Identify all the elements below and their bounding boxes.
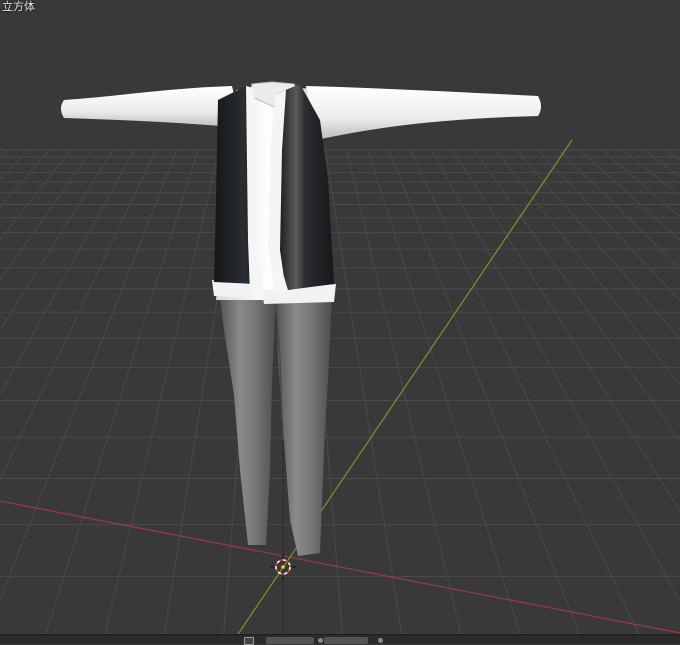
vest[interactable] bbox=[214, 84, 334, 296]
x-axis-line bbox=[0, 500, 680, 634]
grid-line-depth bbox=[537, 149, 680, 302]
active-object-label: 立方体 bbox=[2, 0, 35, 13]
viewport-canvas[interactable] bbox=[0, 0, 680, 643]
grid-line-depth bbox=[0, 149, 157, 481]
3d-viewport[interactable]: 立方体 bbox=[0, 0, 680, 643]
overlay-icon[interactable] bbox=[378, 638, 383, 643]
grid-line-depth bbox=[601, 149, 680, 218]
pants[interactable] bbox=[220, 296, 332, 556]
grid-line-depth bbox=[494, 149, 680, 386]
editor-type-icon[interactable] bbox=[244, 637, 254, 645]
grid-line-depth bbox=[452, 149, 680, 513]
floor-grid bbox=[0, 149, 680, 643]
grid-line-depth bbox=[0, 149, 72, 241]
view-icon[interactable] bbox=[318, 638, 323, 643]
grid-line-depth bbox=[0, 149, 29, 181]
grid-line-depth bbox=[431, 149, 680, 603]
grid-line-depth bbox=[0, 149, 8, 158]
grid-line-depth bbox=[473, 149, 680, 442]
grid-line-depth bbox=[0, 149, 178, 602]
grid-line-depth bbox=[0, 149, 50, 208]
grid-line-depth bbox=[622, 149, 680, 197]
grid-line-depth bbox=[0, 149, 114, 331]
grid-line-depth bbox=[664, 149, 680, 162]
grid-line-depth bbox=[516, 149, 680, 340]
grid-line-depth bbox=[0, 149, 93, 281]
grid-line-depth bbox=[579, 149, 680, 242]
